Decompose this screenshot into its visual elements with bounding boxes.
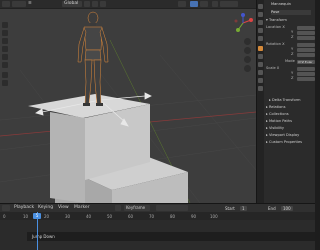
view-menu-timeline[interactable]: View	[58, 205, 69, 211]
tick-label: 50	[107, 214, 113, 219]
collections-label: Collections	[268, 112, 289, 116]
object-name-label: Mannequin	[271, 2, 291, 6]
marker-menu[interactable]: Marker	[74, 205, 90, 211]
transform-section-label: Transform	[268, 18, 287, 22]
rotation-y-field[interactable]	[297, 47, 315, 52]
motion-paths-section[interactable]: ▸ Motion Paths	[266, 119, 292, 124]
tick-label: 10	[23, 214, 29, 219]
zoom-view-button[interactable]	[244, 38, 251, 45]
render-tab-icon[interactable]	[258, 12, 263, 17]
rotation-mode-label: Mode	[285, 59, 295, 63]
viewport-display-section[interactable]: ▸ Viewport Display	[266, 133, 299, 138]
visibility-label: Visibility	[268, 126, 285, 130]
frame-ruler[interactable]: 0 10 20 30 40 50 60 70 80 90 100	[0, 212, 315, 220]
scale-z-field[interactable]	[297, 76, 315, 81]
tick-label: 90	[191, 214, 197, 219]
tick-label: 20	[44, 214, 50, 219]
pan-view-button[interactable]	[244, 47, 251, 54]
playback-controls[interactable]	[156, 205, 188, 211]
tick-label: 60	[128, 214, 134, 219]
start-label: Start	[225, 205, 235, 211]
scene-canvas[interactable]	[0, 0, 256, 203]
start-frame-field[interactable]: 1	[240, 205, 247, 211]
rotation-z-label: Z	[291, 52, 294, 56]
scale-x-label: Scale X	[266, 66, 280, 70]
rotation-x-field[interactable]	[297, 42, 315, 47]
rotation-mode-select[interactable]: XYZ Euler	[297, 59, 315, 64]
keying-menu[interactable]: Keying	[38, 205, 53, 211]
navigation-gizmo[interactable]	[232, 12, 254, 34]
scene-tab-icon[interactable]	[258, 36, 263, 41]
perspective-toggle-button[interactable]	[244, 65, 251, 72]
tick-label: 30	[65, 214, 71, 219]
keyframe-type-label: Keyframe	[126, 205, 146, 210]
modifier-tab-icon[interactable]	[258, 54, 263, 59]
camera-view-button[interactable]	[244, 56, 251, 63]
3d-viewport[interactable]: ≡ Global	[0, 0, 256, 203]
tick-label: 40	[86, 214, 92, 219]
material-tab-icon[interactable]	[258, 86, 263, 91]
tool-tab-icon[interactable]	[258, 4, 263, 9]
action-strip[interactable]: Jump Down	[27, 232, 315, 241]
location-y-field[interactable]	[297, 30, 315, 35]
scale-y-field[interactable]	[297, 71, 315, 76]
end-frame-field[interactable]: 100	[281, 205, 293, 211]
mannequin-armature[interactable]	[77, 11, 109, 106]
tick-label: 80	[170, 214, 176, 219]
location-z-label: Z	[291, 35, 294, 39]
collections-section[interactable]: ▸ Collections	[266, 112, 289, 117]
delta-transform-section[interactable]: ▸ Delta Transform	[269, 98, 301, 103]
delta-transform-label: Delta Transform	[271, 98, 301, 102]
visibility-section[interactable]: ▸ Visibility	[266, 126, 284, 131]
rotation-x-label: Rotation X	[266, 42, 285, 46]
tick-label: 0	[3, 214, 6, 219]
relations-label: Relations	[268, 105, 286, 109]
scale-x-field[interactable]	[297, 66, 315, 71]
viewport-display-label: Viewport Display	[268, 133, 300, 137]
timeline-editor[interactable]: Playback Keying View Marker Keyframe Sta…	[0, 203, 315, 250]
relations-section[interactable]: ▸ Relations	[266, 105, 285, 110]
location-x-field[interactable]	[297, 25, 315, 30]
output-tab-icon[interactable]	[258, 20, 263, 25]
motion-paths-label: Motion Paths	[268, 119, 293, 123]
view-layer-tab-icon[interactable]	[258, 28, 263, 33]
record-button[interactable]	[115, 205, 121, 211]
scale-z-label: Z	[291, 76, 294, 80]
transform-section-header[interactable]: ▾ Transform	[266, 18, 287, 23]
keyframe-type-select[interactable]: Keyframe	[124, 205, 150, 211]
properties-tabs	[257, 0, 264, 203]
object-name-field[interactable]: Pose	[271, 10, 311, 15]
action-strip-label: Jump Down	[32, 234, 55, 239]
current-frame-indicator[interactable]: 5	[33, 213, 41, 219]
location-z-field[interactable]	[297, 35, 315, 40]
tick-label: 70	[149, 214, 155, 219]
constraints-tab-icon[interactable]	[258, 70, 263, 75]
end-label: End	[268, 205, 276, 211]
properties-panel: Mannequin Pose ▾ Transform Location X Y …	[256, 0, 315, 203]
data-tab-icon[interactable]	[258, 78, 263, 83]
object-tab-icon[interactable]	[258, 46, 263, 51]
blender-window: ≡ Global Mannequin Pose ▾ Transform Loca…	[0, 0, 315, 250]
tick-label: 100	[210, 214, 218, 219]
timeline-editor-type-button[interactable]	[2, 205, 10, 211]
custom-properties-section[interactable]: ▸ Custom Properties	[266, 140, 302, 145]
playback-menu[interactable]: Playback	[14, 205, 34, 211]
physics-tab-icon[interactable]	[258, 62, 263, 67]
location-x-label: Location X	[266, 25, 285, 29]
timeline-header: Playback Keying View Marker Keyframe Sta…	[0, 204, 315, 212]
rotation-z-field[interactable]	[297, 52, 315, 57]
custom-properties-label: Custom Properties	[268, 140, 303, 144]
